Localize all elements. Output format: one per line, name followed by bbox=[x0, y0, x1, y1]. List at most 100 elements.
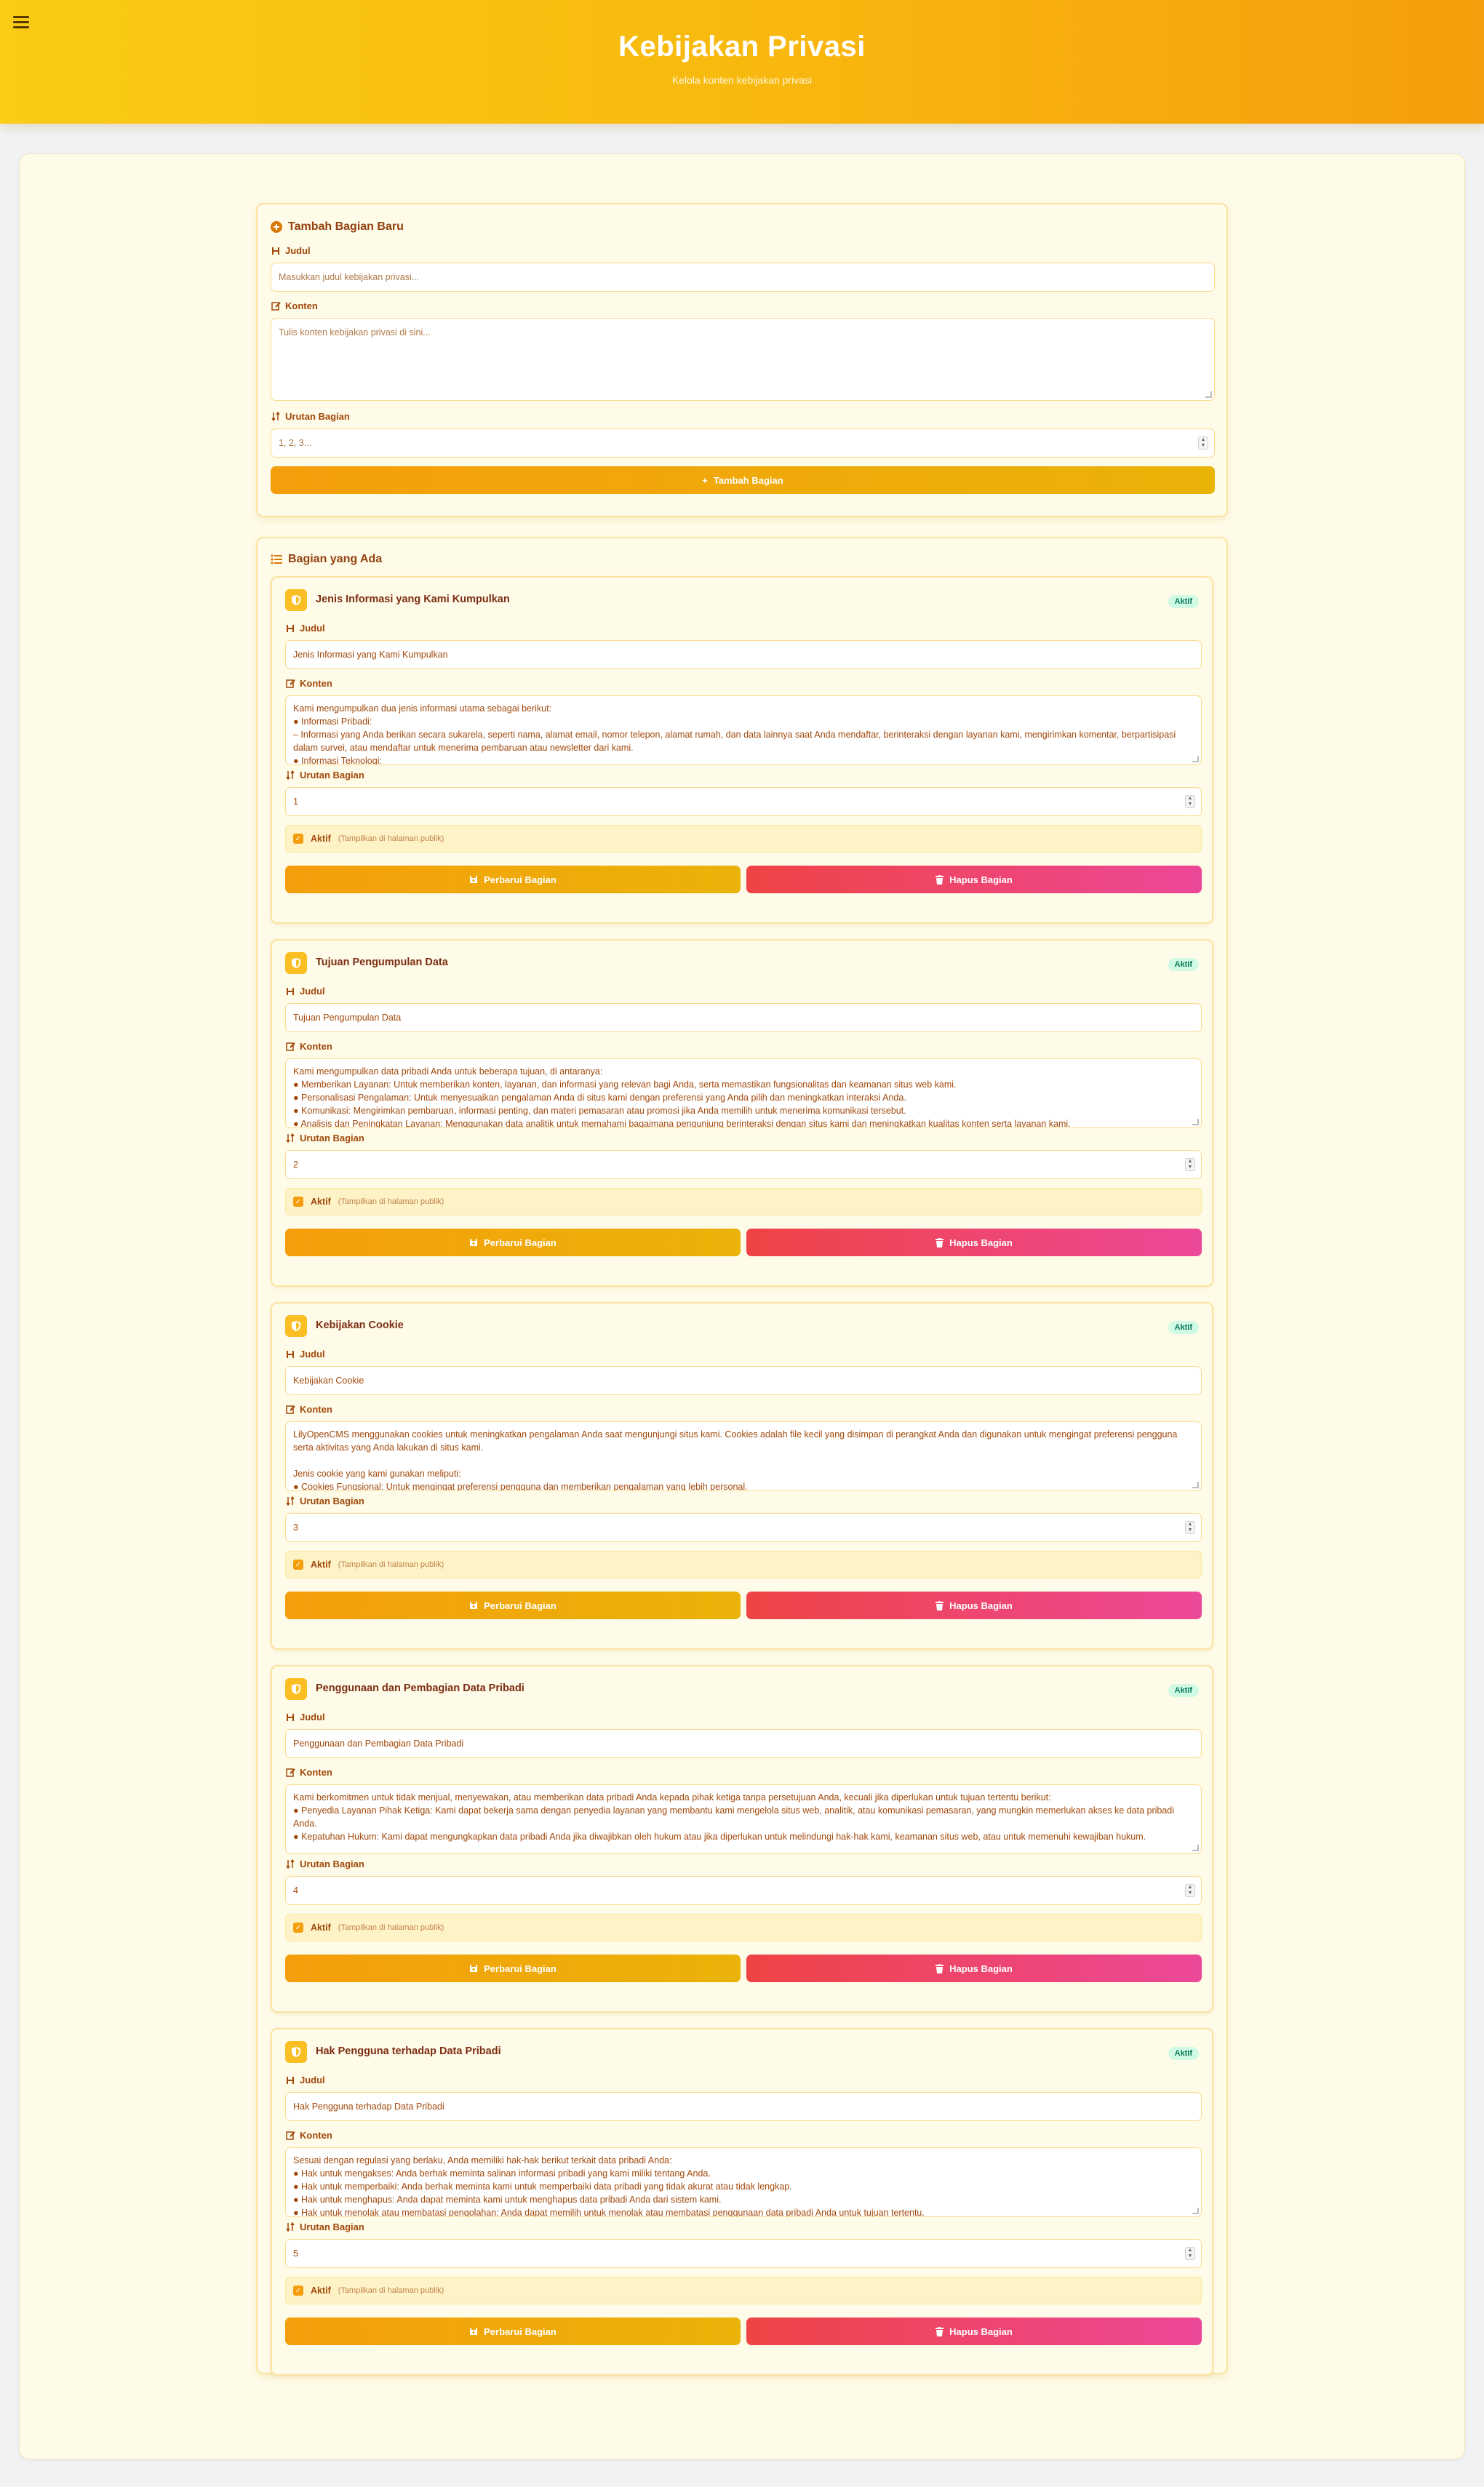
active-label: Aktif bbox=[311, 834, 331, 844]
active-toggle-row[interactable]: ✓ Aktif (Tampilkan di halaman publik) bbox=[285, 825, 1202, 853]
shield-icon bbox=[285, 589, 307, 611]
page-header: Kebijakan Privasi Kelola konten kebijaka… bbox=[0, 0, 1484, 124]
delete-button-label: Hapus Bagian bbox=[949, 1600, 1013, 1611]
active-checkbox[interactable]: ✓ bbox=[293, 1560, 303, 1570]
resize-handle-icon[interactable] bbox=[1205, 391, 1212, 398]
add-section-heading: Tambah Bagian Baru bbox=[271, 220, 404, 233]
title-input[interactable]: Jenis Informasi yang Kami Kumpulkan bbox=[285, 640, 1202, 669]
title-input[interactable]: Masukkan judul kebijakan privasi... bbox=[271, 263, 1215, 292]
status-badge: Aktif bbox=[1168, 1684, 1199, 1697]
status-badge: Aktif bbox=[1168, 958, 1199, 971]
sort-icon bbox=[271, 412, 281, 422]
title-input[interactable]: Tujuan Pengumpulan Data bbox=[285, 1003, 1202, 1032]
content-textarea[interactable]: LilyOpenCMS menggunakan cookies untuk me… bbox=[285, 1421, 1202, 1491]
order-label-text: Urutan Bagian bbox=[300, 1859, 364, 1869]
content-label-text: Konten bbox=[300, 1041, 332, 1052]
delete-section-button[interactable]: Hapus Bagian bbox=[746, 2318, 1202, 2345]
active-label: Aktif bbox=[311, 1923, 331, 1933]
update-section-button[interactable]: Perbarui Bagian bbox=[285, 2318, 741, 2345]
content-label: Konten bbox=[285, 1041, 332, 1052]
active-hint: (Tampilkan di halaman publik) bbox=[338, 1923, 444, 1932]
number-spinner[interactable]: ▲ ▼ bbox=[1185, 1884, 1195, 1897]
title-input[interactable]: Penggunaan dan Pembagian Data Pribadi bbox=[285, 1729, 1202, 1758]
content-text: LilyOpenCMS menggunakan cookies untuk me… bbox=[293, 1429, 1178, 1491]
delete-section-button[interactable]: Hapus Bagian bbox=[746, 1955, 1202, 1982]
content-textarea[interactable]: Sesuai dengan regulasi yang berlaku, And… bbox=[285, 2147, 1202, 2217]
order-input[interactable]: 1, 2, 3... ▲ ▼ bbox=[271, 428, 1215, 458]
status-badge: Aktif bbox=[1168, 1321, 1199, 1334]
content-label-text: Konten bbox=[300, 1767, 332, 1778]
existing-sections-heading: Bagian yang Ada bbox=[271, 553, 382, 566]
order-input[interactable]: 5 ▲ ▼ bbox=[285, 2239, 1202, 2268]
resize-handle-icon[interactable] bbox=[1192, 2208, 1199, 2214]
resize-handle-icon[interactable] bbox=[1192, 1119, 1199, 1125]
content-label: Konten bbox=[271, 300, 318, 311]
section-heading: Penggunaan dan Pembagian Data Pribadi bbox=[316, 1682, 524, 1694]
order-input[interactable]: 2 ▲ ▼ bbox=[285, 1150, 1202, 1179]
active-toggle-row[interactable]: ✓ Aktif (Tampilkan di halaman publik) bbox=[285, 2277, 1202, 2304]
order-input[interactable]: 3 ▲ ▼ bbox=[285, 1513, 1202, 1542]
order-label-text: Urutan Bagian bbox=[300, 1496, 364, 1506]
title-label-text: Judul bbox=[285, 245, 311, 256]
hamburger-icon bbox=[13, 16, 29, 18]
update-section-button[interactable]: Perbarui Bagian bbox=[285, 866, 741, 893]
content-label: Konten bbox=[285, 2130, 332, 2141]
resize-handle-icon[interactable] bbox=[1192, 756, 1199, 762]
active-hint: (Tampilkan di halaman publik) bbox=[338, 834, 444, 843]
section-heading: Jenis Informasi yang Kami Kumpulkan bbox=[316, 594, 510, 605]
title-label-text: Judul bbox=[300, 1712, 325, 1722]
order-label: Urutan Bagian bbox=[285, 1496, 364, 1506]
edit-icon bbox=[285, 1405, 295, 1415]
content-textarea[interactable]: Kami mengumpulkan dua jenis informasi ut… bbox=[285, 695, 1202, 765]
active-checkbox[interactable]: ✓ bbox=[293, 2286, 303, 2296]
existing-sections-title: Bagian yang Ada bbox=[288, 553, 383, 565]
add-section-button[interactable]: + Tambah Bagian bbox=[271, 466, 1215, 494]
order-input[interactable]: 4 ▲ ▼ bbox=[285, 1876, 1202, 1905]
update-button-label: Perbarui Bagian bbox=[484, 1600, 556, 1611]
update-section-button[interactable]: Perbarui Bagian bbox=[285, 1955, 741, 1982]
heading-icon bbox=[285, 986, 295, 997]
delete-section-button[interactable]: Hapus Bagian bbox=[746, 1229, 1202, 1256]
number-spinner[interactable]: ▲ ▼ bbox=[1185, 1521, 1195, 1534]
update-section-button[interactable]: Perbarui Bagian bbox=[285, 1592, 741, 1619]
active-toggle-row[interactable]: ✓ Aktif (Tampilkan di halaman publik) bbox=[285, 1551, 1202, 1578]
resize-handle-icon[interactable] bbox=[1192, 1845, 1199, 1851]
active-toggle-row[interactable]: ✓ Aktif (Tampilkan di halaman publik) bbox=[285, 1188, 1202, 1215]
title-label: Judul bbox=[285, 2075, 325, 2085]
resize-handle-icon[interactable] bbox=[1192, 1482, 1199, 1488]
section-heading: Hak Pengguna terhadap Data Pribadi bbox=[316, 2045, 501, 2057]
title-input[interactable]: Kebijakan Cookie bbox=[285, 1366, 1202, 1395]
active-checkbox[interactable]: ✓ bbox=[293, 1923, 303, 1933]
update-button-label: Perbarui Bagian bbox=[484, 1963, 556, 1974]
active-toggle-row[interactable]: ✓ Aktif (Tampilkan di halaman publik) bbox=[285, 1914, 1202, 1941]
number-spinner[interactable]: ▲ ▼ bbox=[1185, 2247, 1195, 2260]
title-label: Judul bbox=[271, 245, 311, 256]
title-label: Judul bbox=[285, 986, 325, 997]
active-checkbox[interactable]: ✓ bbox=[293, 1197, 303, 1207]
page-subtitle: Kelola konten kebijakan privasi bbox=[671, 74, 813, 86]
title-input[interactable]: Hak Pengguna terhadap Data Pribadi bbox=[285, 2092, 1202, 2121]
status-badge: Aktif bbox=[1168, 595, 1199, 608]
content-label-text: Konten bbox=[300, 678, 332, 689]
number-spinner[interactable]: ▲ ▼ bbox=[1185, 795, 1195, 808]
number-spinner[interactable]: ▲ ▼ bbox=[1185, 1158, 1195, 1171]
order-input[interactable]: 1 ▲ ▼ bbox=[285, 787, 1202, 816]
update-section-button[interactable]: Perbarui Bagian bbox=[285, 1229, 741, 1256]
section-heading: Kebijakan Cookie bbox=[316, 1320, 404, 1331]
active-label: Aktif bbox=[311, 1197, 331, 1207]
section-card-4: Penggunaan dan Pembagian Data Pribadi Ak… bbox=[271, 1665, 1213, 2013]
heading-icon bbox=[271, 246, 281, 256]
update-button-label: Perbarui Bagian bbox=[484, 2326, 556, 2337]
active-checkbox[interactable]: ✓ bbox=[293, 834, 303, 844]
content-placeholder: Tulis konten kebijakan privasi di sini..… bbox=[279, 327, 431, 338]
order-label: Urutan Bagian bbox=[285, 1859, 364, 1869]
content-text: Kami mengumpulkan dua jenis informasi ut… bbox=[293, 703, 1176, 765]
content-textarea[interactable]: Tulis konten kebijakan privasi di sini..… bbox=[271, 318, 1215, 401]
content-textarea[interactable]: Kami berkomitmen untuk tidak menjual, me… bbox=[285, 1784, 1202, 1854]
order-label-text: Urutan Bagian bbox=[300, 1133, 364, 1143]
delete-section-button[interactable]: Hapus Bagian bbox=[746, 866, 1202, 893]
number-spinner[interactable]: ▲ ▼ bbox=[1198, 436, 1208, 450]
content-textarea[interactable]: Kami mengumpulkan data pribadi Anda untu… bbox=[285, 1058, 1202, 1128]
menu-toggle-button[interactable] bbox=[13, 13, 31, 31]
delete-section-button[interactable]: Hapus Bagian bbox=[746, 1592, 1202, 1619]
